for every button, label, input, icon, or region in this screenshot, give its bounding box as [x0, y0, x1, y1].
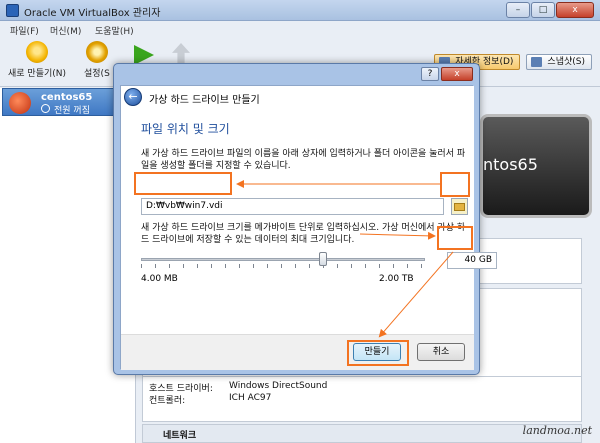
- redhat-os-icon: [9, 92, 31, 114]
- folder-icon: [454, 203, 465, 211]
- close-button[interactable]: x: [556, 2, 594, 18]
- audio-section: 호스트 드라이버: Windows DirectSound 컨트롤러: ICH …: [142, 376, 582, 422]
- minimize-button[interactable]: –: [506, 2, 530, 18]
- size-input[interactable]: 40 GB: [447, 252, 497, 269]
- vm-name: centos65: [41, 92, 93, 103]
- cancel-button[interactable]: 취소: [417, 343, 465, 361]
- window-controls: – □ x: [506, 2, 594, 18]
- controller-label: 컨트롤러:: [149, 396, 186, 406]
- slider-max-label: 2.00 TB: [379, 274, 414, 284]
- tab-snapshots-label: 스냅샷(S): [547, 57, 585, 67]
- camera-icon: [531, 57, 543, 67]
- size-slider-thumb[interactable]: [318, 252, 327, 266]
- help-button[interactable]: ?: [421, 67, 439, 81]
- dialog-content: 파일 위치 및 크기 새 가상 하드 드라이브 파일의 이름을 아래 상자에 입…: [121, 110, 497, 334]
- dialog-title: 가상 하드 드라이브 만들기: [149, 95, 260, 106]
- settings-button[interactable]: 설정(S: [84, 41, 110, 79]
- discard-button[interactable]: [172, 43, 190, 65]
- discard-arrow-icon: [172, 43, 190, 65]
- gear-icon: [85, 41, 108, 63]
- watermark: landmoa.net: [522, 424, 592, 437]
- menu-file[interactable]: 파일(F): [10, 24, 39, 37]
- vm-state: 전원 꺼짐: [54, 106, 90, 116]
- preview-text: ntos65: [483, 155, 538, 174]
- network-section-title: 네트워크: [163, 431, 197, 441]
- create-vhd-dialog: ? x ← 가상 하드 드라이브 만들기 파일 위치 및 크기 새 가상 하드 …: [113, 63, 497, 375]
- virtualbox-icon: [6, 4, 19, 17]
- vm-preview: ntos65: [480, 114, 592, 218]
- dialog-body: ← 가상 하드 드라이브 만들기 파일 위치 및 크기 새 가상 하드 드라이브…: [120, 85, 497, 370]
- location-description: 새 가상 하드 드라이브 파일의 이름을 아래 상자에 입력하거나 폴더 아이콘…: [141, 149, 466, 171]
- file-path-input[interactable]: D:₩vb₩win7.vdi: [141, 198, 444, 215]
- dialog-header: ← 가상 하드 드라이브 만들기: [121, 86, 474, 110]
- tab-snapshots[interactable]: 스냅샷(S): [526, 54, 592, 70]
- settings-button-label: 설정(S: [84, 69, 110, 79]
- dialog-controls: ? x: [421, 67, 473, 81]
- menu-bar: 파일(F) 머신(M) 도움말(H): [0, 21, 600, 39]
- title-bar: Oracle VM VirtualBox 관리자 – □ x: [0, 0, 600, 21]
- page-heading: 파일 위치 및 크기: [141, 122, 230, 136]
- dialog-close-button[interactable]: x: [441, 67, 473, 81]
- window-title: Oracle VM VirtualBox 관리자: [24, 8, 161, 19]
- power-off-icon: [41, 104, 50, 113]
- new-button[interactable]: 새로 만들기(N): [8, 41, 66, 79]
- maximize-button[interactable]: □: [531, 2, 555, 18]
- menu-help[interactable]: 도움말(H): [95, 24, 134, 37]
- back-button[interactable]: ←: [124, 88, 142, 106]
- size-description: 새 가상 하드 드라이브 크기를 메가바이트 단위로 입력하십시오. 가상 머신…: [141, 223, 466, 245]
- start-button[interactable]: [134, 45, 154, 65]
- start-arrow-icon: [134, 45, 154, 65]
- dialog-footer: 만들기 취소: [121, 334, 474, 370]
- new-button-label: 새로 만들기(N): [8, 69, 67, 79]
- menu-machine[interactable]: 머신(M): [50, 24, 81, 37]
- create-button[interactable]: 만들기: [353, 343, 401, 361]
- size-slider-track[interactable]: [141, 258, 425, 261]
- size-slider-ticks: [141, 264, 425, 268]
- audio-driver-value: Windows DirectSound: [229, 381, 328, 391]
- new-vm-icon: [26, 41, 49, 63]
- network-section-header[interactable]: 네트워크: [142, 424, 582, 443]
- choose-folder-button[interactable]: [451, 198, 468, 215]
- controller-value: ICH AC97: [229, 393, 272, 403]
- slider-min-label: 4.00 MB: [141, 274, 178, 284]
